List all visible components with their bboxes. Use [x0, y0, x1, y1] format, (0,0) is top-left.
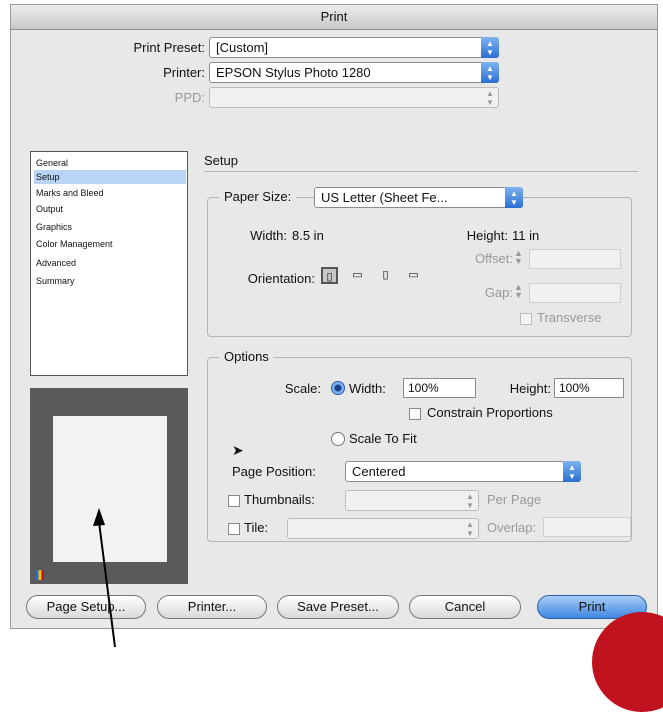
annotation-arrow-icon	[93, 508, 116, 647]
